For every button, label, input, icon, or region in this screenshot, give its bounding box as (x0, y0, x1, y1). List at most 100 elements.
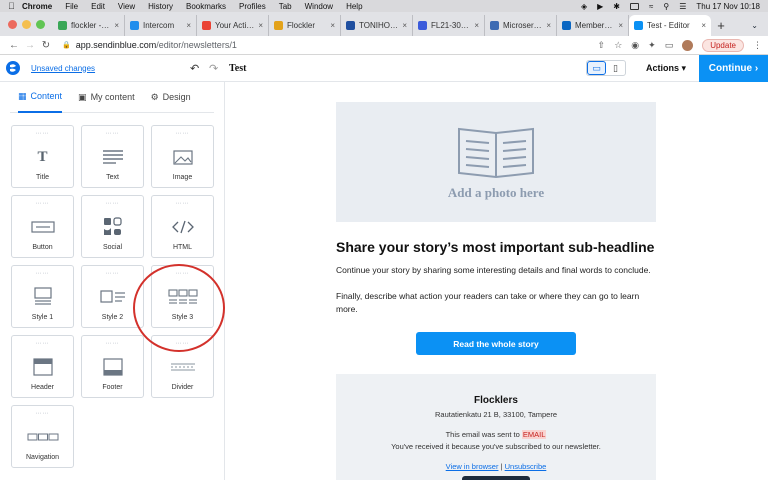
menu-help[interactable]: Help (346, 2, 362, 11)
menu-view[interactable]: View (118, 2, 135, 11)
menu-window[interactable]: Window (305, 2, 333, 11)
apple-menu-icon[interactable]:  (8, 1, 22, 11)
block-footer[interactable]: ⋯⋯ Footer (81, 335, 144, 398)
tab-close-icon[interactable]: × (327, 21, 335, 30)
menu-bookmarks[interactable]: Bookmarks (186, 2, 226, 11)
drag-handle-icon[interactable]: ⋯⋯ (36, 411, 50, 417)
tab-content[interactable]: ▦ Content (18, 82, 63, 113)
drag-handle-icon[interactable]: ⋯⋯ (106, 201, 120, 207)
tab-close-icon[interactable]: × (543, 21, 551, 30)
browser-tab[interactable]: Intercom × (125, 15, 197, 36)
sidepanel-icon[interactable]: ▭ (665, 40, 674, 51)
block-text[interactable]: ⋯⋯ Text (81, 125, 144, 188)
block-image[interactable]: ⋯⋯ Image (151, 125, 214, 188)
lock-icon[interactable]: 🔒 (62, 41, 71, 49)
browser-tab[interactable]: TONIHOPPC× (341, 15, 413, 36)
tab-content-label: Content (30, 91, 63, 101)
actions-dropdown[interactable]: Actions ▾ (646, 63, 686, 74)
block-title[interactable]: ⋯⋯ T Title (11, 125, 74, 188)
drag-handle-icon[interactable]: ⋯⋯ (106, 341, 120, 347)
browser-tab[interactable]: Your ActiveC× (197, 15, 269, 36)
zoom-window-button[interactable] (36, 19, 45, 29)
unsaved-changes-link[interactable]: Unsaved changes (31, 64, 95, 73)
drag-handle-icon[interactable]: ⋯⋯ (36, 201, 50, 207)
wifi-icon[interactable]: ≈ (649, 2, 653, 11)
email-footer[interactable]: Flocklers Rautatienkatu 21 B, 33100, Tam… (336, 374, 656, 480)
close-window-button[interactable] (8, 19, 17, 29)
profile-avatar[interactable] (682, 39, 694, 51)
drag-handle-icon[interactable]: ⋯⋯ (176, 201, 190, 207)
share-icon[interactable]: ⇧ (598, 40, 606, 51)
extension-icon[interactable]: ◉ (631, 40, 639, 51)
document-title[interactable]: Test (229, 63, 246, 74)
image-placeholder[interactable]: Add a photo here (336, 102, 656, 222)
browser-tab[interactable]: Microservic × (485, 15, 557, 36)
drag-handle-icon[interactable]: ⋯⋯ (36, 271, 50, 277)
block-navigation[interactable]: ⋯⋯ Navigation (11, 405, 74, 468)
menu-clock[interactable]: Thu 17 Nov 10:18 (696, 2, 760, 11)
kebab-menu-icon[interactable]: ⋮ (753, 40, 762, 51)
browser-tab[interactable]: FL21-301 Ad× (413, 15, 485, 36)
drag-handle-icon[interactable]: ⋯⋯ (176, 131, 190, 137)
browser-tab[interactable]: flockler - Flo × (53, 15, 125, 36)
address-bar[interactable]: 🔒 app.sendinblue.com/editor/newsletters/… (62, 40, 237, 50)
tab-my-content[interactable]: ▣ My content (78, 82, 135, 113)
mobile-preview-icon[interactable]: ▯ (606, 61, 625, 75)
layout-style-2-icon (99, 283, 126, 311)
browser-tab[interactable]: Flockler × (269, 15, 341, 36)
tab-close-icon[interactable]: × (255, 21, 263, 30)
battery-icon[interactable] (629, 2, 639, 10)
puzzle-extensions-icon[interactable]: ✦ (648, 40, 656, 51)
menu-edit[interactable]: Edit (91, 2, 105, 11)
block-button[interactable]: ⋯⋯ Button (11, 195, 74, 258)
control-center-icon[interactable]: ☰ (679, 2, 686, 11)
tab-close-icon[interactable]: × (698, 21, 706, 30)
forward-button[interactable]: → (22, 40, 38, 51)
dropbox-icon[interactable]: ◈ (581, 2, 587, 11)
play-icon[interactable]: ▶ (597, 2, 603, 11)
block-html[interactable]: ⋯⋯ HTML (151, 195, 214, 258)
block-style-1[interactable]: ⋯⋯ Style 1 (11, 265, 74, 328)
browser-tab[interactable]: Members | A × (557, 15, 629, 36)
tab-search-chevron-icon[interactable]: ⌄ (751, 15, 758, 36)
redo-icon[interactable]: ↷ (209, 62, 218, 75)
menu-profiles[interactable]: Profiles (239, 2, 266, 11)
back-button[interactable]: ← (6, 40, 22, 51)
browser-tab[interactable]: Test - Editor × (629, 15, 711, 36)
drag-handle-icon[interactable]: ⋯⋯ (106, 271, 120, 277)
tab-close-icon[interactable]: × (183, 21, 191, 30)
bluetooth-icon[interactable]: ✱ (613, 2, 620, 11)
continue-button[interactable]: Continue › (699, 55, 768, 82)
tab-close-icon[interactable]: × (471, 21, 479, 30)
bookmark-star-icon[interactable]: ☆ (614, 40, 622, 51)
unsubscribe-link[interactable]: Unsubscribe (505, 462, 547, 471)
sendinblue-logo-icon[interactable] (5, 60, 21, 76)
block-social[interactable]: ⋯⋯ Social (81, 195, 144, 258)
search-icon[interactable]: ⚲ (663, 2, 669, 11)
gear-icon: ⚙ (150, 91, 159, 102)
menu-history[interactable]: History (148, 2, 173, 11)
new-tab-button[interactable]: + (711, 15, 731, 36)
cta-button[interactable]: Read the whole story (416, 332, 576, 355)
drag-handle-icon[interactable]: ⋯⋯ (36, 131, 50, 137)
menu-tab[interactable]: Tab (279, 2, 292, 11)
drag-handle-icon[interactable]: ⋯⋯ (106, 131, 120, 137)
tab-close-icon[interactable]: × (111, 21, 119, 30)
tab-design[interactable]: ⚙ Design (151, 82, 191, 113)
email-headline[interactable]: Share your story’s most important sub-he… (336, 239, 654, 255)
menu-app-name[interactable]: Chrome (22, 2, 52, 11)
grid-icon: ▦ (18, 90, 27, 101)
view-in-browser-link[interactable]: View in browser (446, 462, 499, 471)
email-paragraph-1[interactable]: Continue your story by sharing some inte… (336, 264, 656, 277)
browser-update-button[interactable]: Update (702, 38, 744, 52)
menu-file[interactable]: File (65, 2, 78, 11)
tab-close-icon[interactable]: × (615, 21, 623, 30)
email-paragraph-2[interactable]: Finally, describe what action your reade… (336, 290, 656, 316)
desktop-preview-icon[interactable]: ▭ (587, 61, 606, 75)
reload-button[interactable]: ↻ (38, 40, 54, 51)
tab-close-icon[interactable]: × (399, 21, 407, 30)
undo-icon[interactable]: ↶ (190, 62, 199, 75)
drag-handle-icon[interactable]: ⋯⋯ (36, 341, 50, 347)
block-header[interactable]: ⋯⋯ Header (11, 335, 74, 398)
minimize-window-button[interactable] (22, 19, 31, 29)
